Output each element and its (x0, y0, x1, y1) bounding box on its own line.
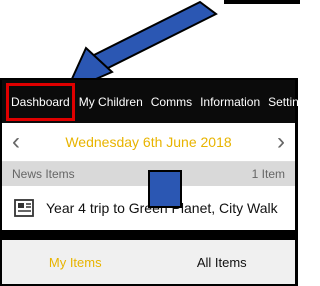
top-tabs: Dashboard My Children Comms Information … (2, 80, 311, 123)
tab-my-children[interactable]: My Children (75, 95, 147, 109)
date-row: ‹ Wednesday 6th June 2018 › (2, 123, 295, 162)
tab-comms[interactable]: Comms (147, 95, 196, 109)
divider (2, 230, 295, 240)
chevron-right-icon[interactable]: › (267, 123, 295, 161)
news-header-title: News Items (12, 167, 75, 181)
annotation-arrow-stem (148, 170, 182, 208)
my-items-tab[interactable]: My Items (2, 255, 149, 270)
date-label: Wednesday 6th June 2018 (65, 134, 232, 150)
tab-information[interactable]: Information (196, 95, 264, 109)
news-count: 1 Item (251, 167, 285, 181)
chevron-left-icon[interactable]: ‹ (2, 123, 30, 161)
tab-settings[interactable]: Settings (264, 95, 315, 109)
tab-dashboard[interactable]: Dashboard (6, 82, 75, 121)
top-bar (224, 0, 300, 4)
newspaper-icon (14, 199, 34, 217)
bottom-tabs: My Items All Items (2, 240, 295, 284)
all-items-tab[interactable]: All Items (149, 255, 296, 270)
